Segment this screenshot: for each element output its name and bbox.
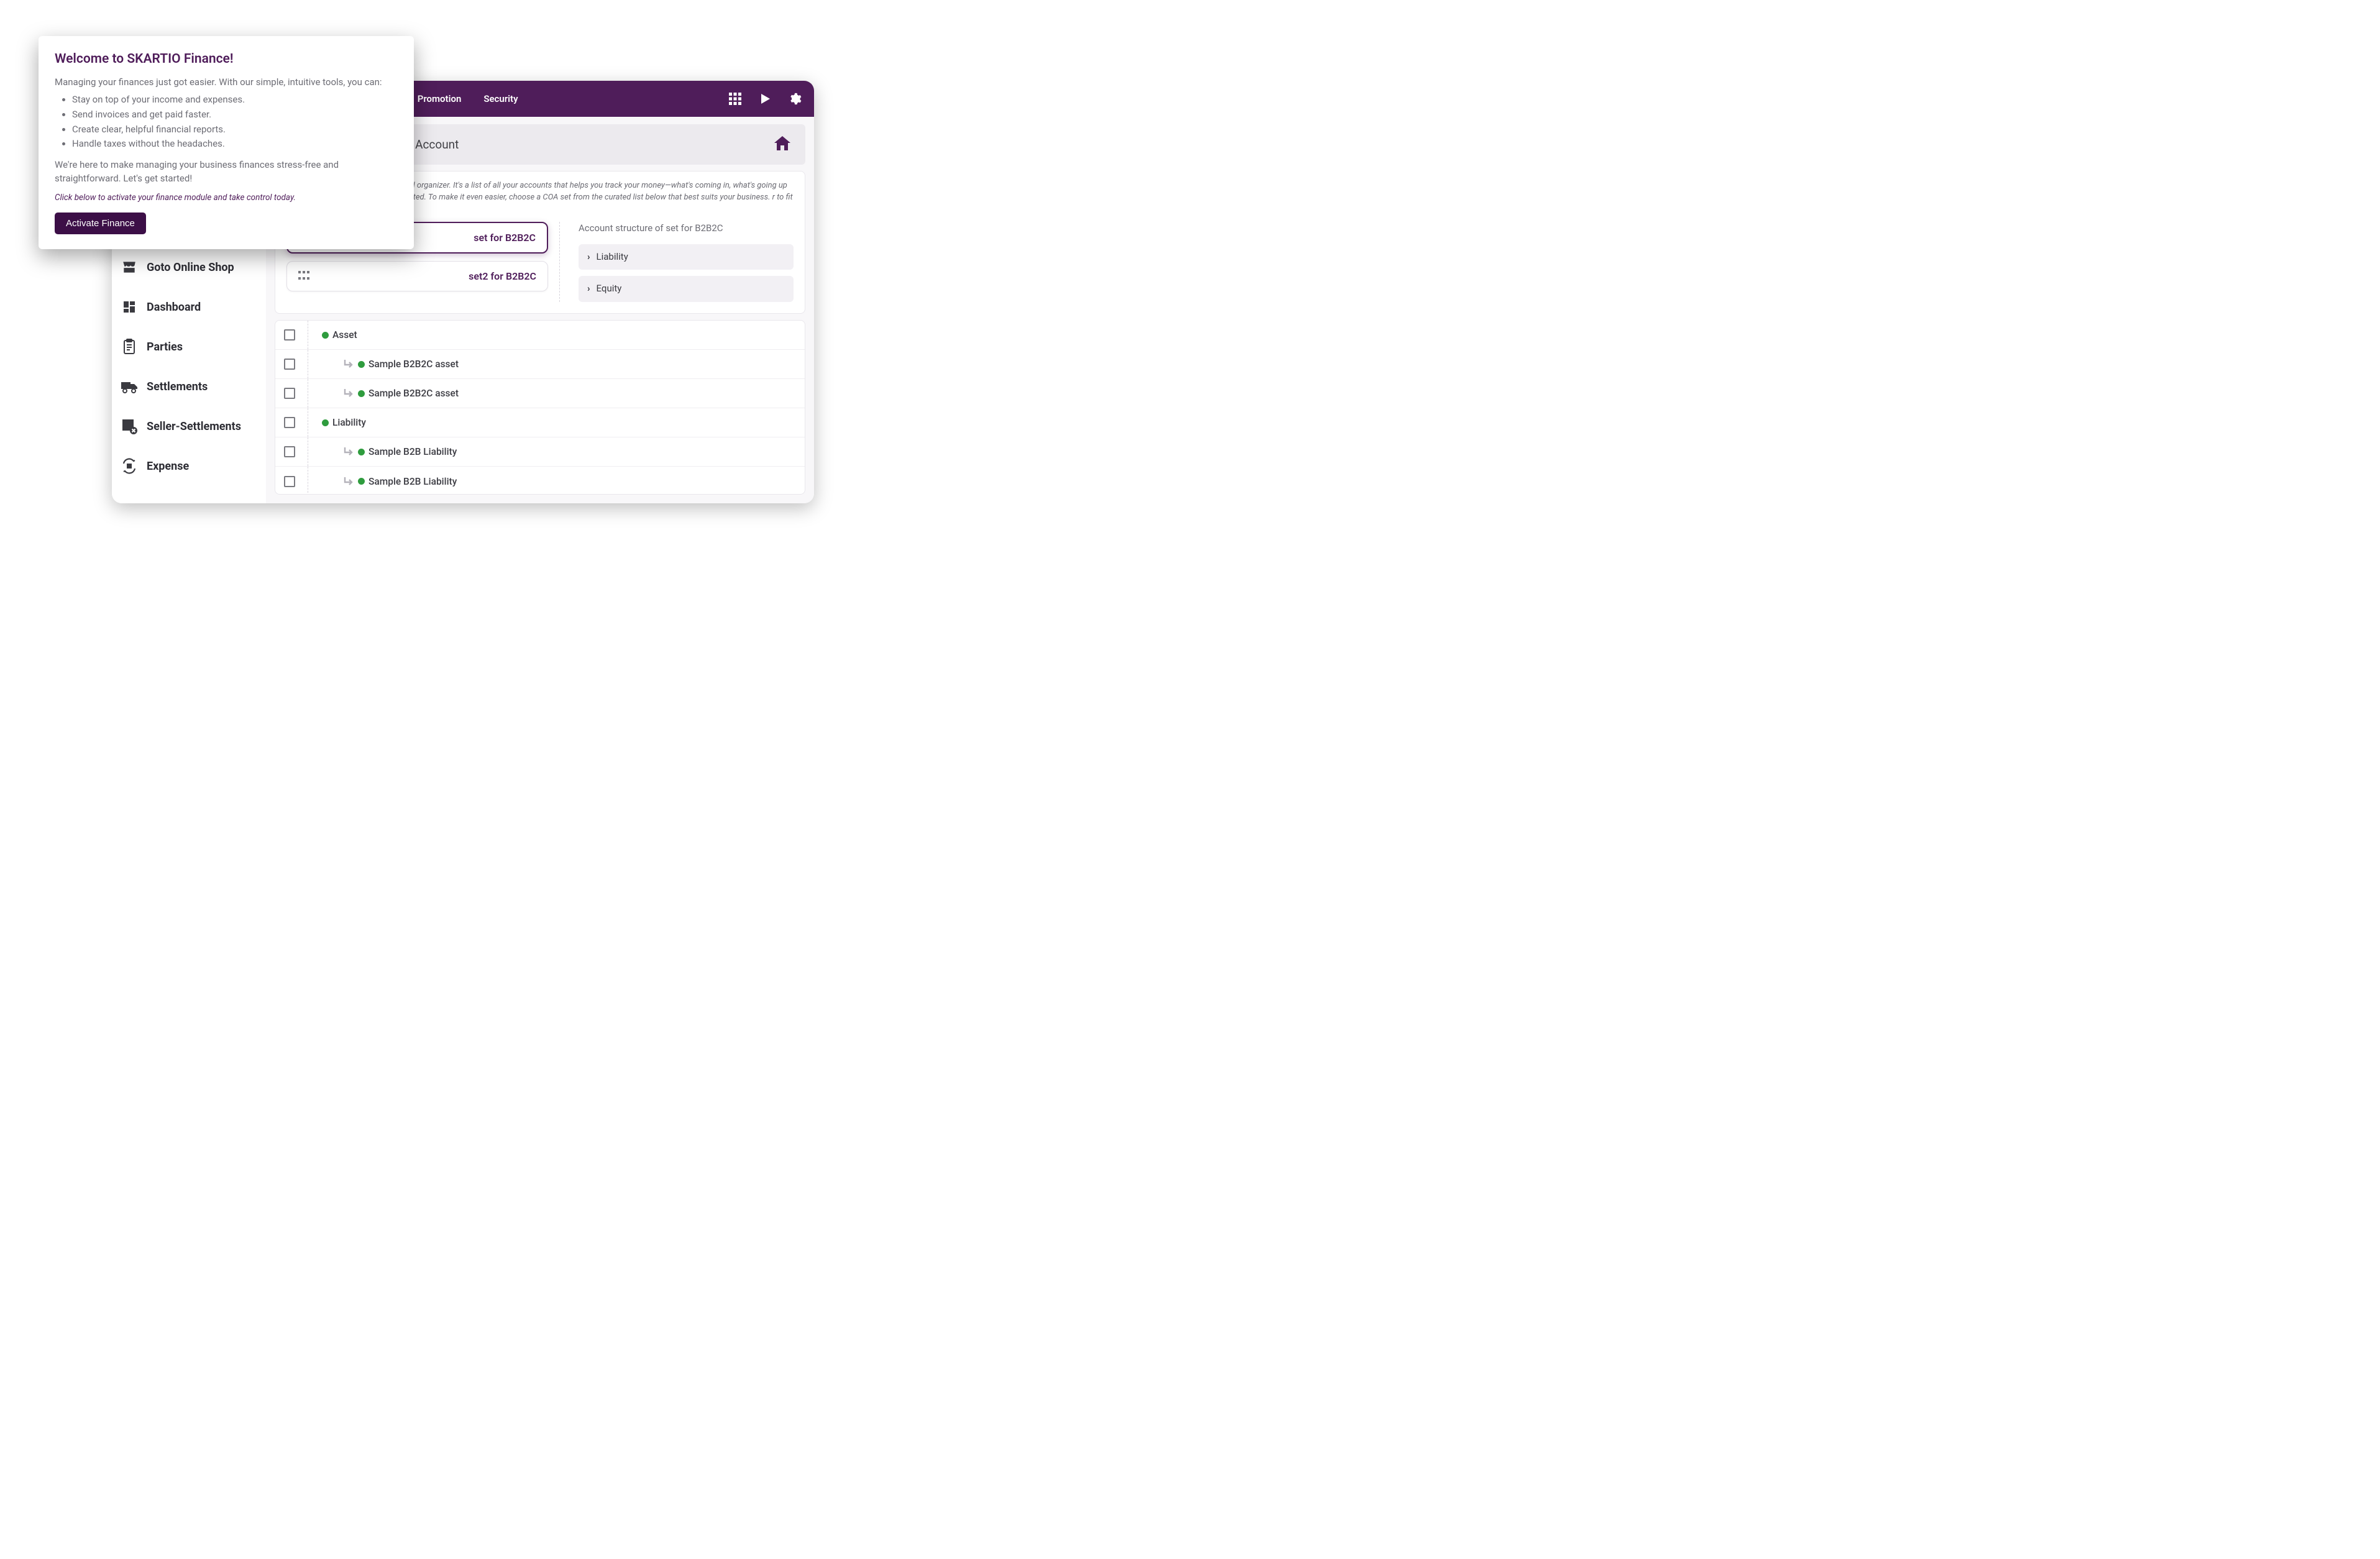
coa-structure-row[interactable]: › Equity	[579, 276, 794, 302]
sub-arrow-icon	[343, 359, 354, 370]
play-icon[interactable]	[758, 92, 772, 106]
activate-finance-button[interactable]: Activate Finance	[55, 213, 146, 234]
sidebar-item-label: Dashboard	[147, 301, 201, 314]
sidebar-item-label: Seller-Settlements	[147, 420, 241, 433]
sidebar-item-settlements[interactable]: Settlements	[112, 367, 266, 406]
account-name: Sample B2B Liability	[368, 446, 457, 457]
sub-arrow-icon	[343, 388, 354, 399]
nav-item-security[interactable]: Security	[483, 93, 518, 104]
sidebar-item-label: Expense	[147, 460, 189, 473]
account-row: Liability	[275, 408, 805, 437]
sidebar-item-seller-settlements[interactable]: Seller-Settlements	[112, 406, 266, 446]
sidebar-item-shop[interactable]: Goto Online Shop	[112, 247, 266, 287]
status-dot-icon	[358, 478, 365, 485]
welcome-modal: Welcome to SKARTIO Finance! Managing you…	[39, 36, 414, 249]
status-dot-icon	[358, 361, 365, 368]
dashboard-icon	[121, 298, 138, 316]
welcome-cta-line: Click below to activate your finance mod…	[55, 192, 398, 204]
coa-structure-row[interactable]: › Liability	[579, 244, 794, 270]
chevron-right-icon: ›	[587, 250, 590, 264]
coa-set-label: set2 for B2B2C	[469, 269, 536, 283]
welcome-bullet: Stay on top of your income and expenses.	[72, 93, 398, 107]
gear-icon[interactable]	[788, 92, 802, 106]
coa-set-card[interactable]: set2 for B2B2C	[286, 261, 548, 291]
status-dot-icon	[358, 449, 365, 455]
account-name: Sample B2B Liability	[368, 476, 457, 487]
status-dot-icon	[322, 332, 329, 339]
row-checkbox[interactable]	[284, 476, 295, 487]
sub-arrow-icon	[343, 446, 354, 457]
home-icon[interactable]	[773, 135, 792, 155]
clipboard-icon	[121, 338, 138, 355]
status-dot-icon	[322, 419, 329, 426]
account-row: Sample B2B2C asset	[275, 379, 805, 408]
account-row: Sample B2B2C asset	[275, 350, 805, 379]
chevron-right-icon: ›	[587, 282, 590, 296]
account-name: Asset	[332, 329, 357, 341]
account-name: Sample B2B2C asset	[368, 359, 459, 370]
box-x-icon	[121, 418, 138, 435]
sidebar-item-label: Settlements	[147, 380, 208, 393]
sidebar-item-label: Goto Online Shop	[147, 261, 234, 274]
welcome-bullet: Create clear, helpful financial reports.	[72, 123, 398, 137]
account-row: Sample B2B Liability	[275, 467, 805, 495]
shop-icon	[121, 258, 138, 276]
coa-structure-label: Liability	[597, 250, 628, 264]
header-actions	[728, 92, 802, 106]
row-checkbox[interactable]	[284, 359, 295, 370]
welcome-bullet: Send invoices and get paid faster.	[72, 108, 398, 122]
sub-arrow-icon	[343, 476, 354, 487]
accounts-table: Asset Sample B2B2C asset	[275, 320, 805, 495]
apps-grid-icon[interactable]	[728, 92, 742, 106]
welcome-title: Welcome to SKARTIO Finance!	[55, 50, 398, 68]
account-row: Asset	[275, 321, 805, 350]
row-checkbox[interactable]	[284, 388, 295, 399]
sidebar-item-parties[interactable]: Parties	[112, 327, 266, 367]
coa-structure-label: Equity	[597, 282, 622, 296]
sidebar-item-label: Parties	[147, 341, 183, 354]
account-name: Sample B2B2C asset	[368, 388, 459, 399]
sidebar-item-expense[interactable]: Expense	[112, 446, 266, 486]
sidebar-item-dashboard[interactable]: Dashboard	[112, 287, 266, 327]
coa-set-label: set for B2B2C	[474, 231, 536, 245]
coa-structure-panel: Account structure of set for B2B2C › Lia…	[579, 222, 794, 302]
welcome-bullets: Stay on top of your income and expenses.…	[55, 93, 398, 151]
welcome-intro: Managing your finances just got easier. …	[55, 76, 398, 89]
refresh-box-icon	[121, 457, 138, 475]
nav-item-promotion[interactable]: Promotion	[418, 93, 462, 104]
account-name: Liability	[332, 417, 366, 428]
welcome-outro: We're here to make managing your busines…	[55, 158, 398, 186]
account-row: Sample B2B Liability	[275, 437, 805, 467]
row-checkbox[interactable]	[284, 417, 295, 428]
truck-icon	[121, 378, 138, 395]
row-checkbox[interactable]	[284, 446, 295, 457]
row-checkbox[interactable]	[284, 329, 295, 341]
coa-structure-title: Account structure of set for B2B2C	[579, 222, 794, 235]
grip-icon	[298, 269, 309, 283]
status-dot-icon	[358, 390, 365, 397]
welcome-bullet: Handle taxes without the headaches.	[72, 137, 398, 151]
